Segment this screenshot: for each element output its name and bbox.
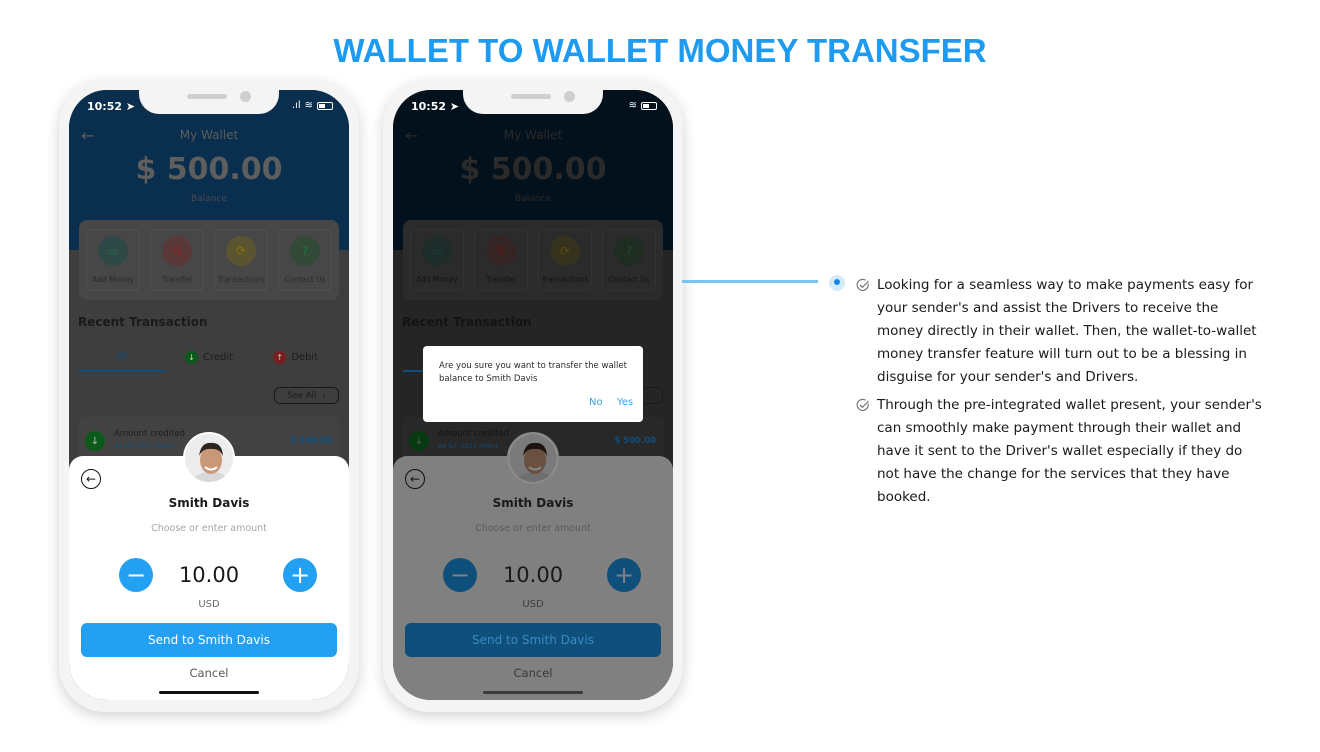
phone-mockup-transfer: 10:52 ➤ .ıl ≋ ← My Wallet $ 500.00 Balan… <box>59 80 359 712</box>
action-contact-us[interactable]: ? Contact Us <box>602 229 656 291</box>
home-indicator <box>483 691 583 694</box>
confirm-dialog: Are you sure you want to transfer the wa… <box>423 346 643 422</box>
notch <box>139 90 279 114</box>
status-time: 10:52 ➤ <box>411 100 460 113</box>
action-add-money[interactable]: ▭ Add Money <box>410 229 464 291</box>
balance-label: Balance <box>515 194 551 204</box>
recipient-name: Smith Davis <box>168 496 250 510</box>
tab-all[interactable]: All <box>79 342 166 372</box>
dialog-yes-button[interactable]: Yes <box>617 397 633 408</box>
arrow-down-icon: ↓ <box>184 350 198 364</box>
currency-label: USD <box>522 599 544 610</box>
arrow-up-icon: ↑ <box>273 350 287 364</box>
amount-hint: Choose or enter amount <box>151 523 267 534</box>
sheet-back-icon[interactable]: ← <box>81 469 101 489</box>
send-button[interactable]: Send to Smith Davis <box>405 623 661 657</box>
transfer-icon: ⇅ <box>486 236 516 266</box>
dialog-message: Are you sure you want to transfer the wa… <box>439 361 627 384</box>
feature-item: Looking for a seamless way to make payme… <box>856 274 1266 389</box>
currency-label: USD <box>198 599 220 610</box>
wallet-balance: $ 500.00 <box>135 152 283 187</box>
signal-icon: .ıl <box>291 100 301 111</box>
action-transactions[interactable]: ⟳ Transactions <box>538 229 592 291</box>
action-add-money[interactable]: ▭ Add Money <box>86 229 140 291</box>
chevron-right-icon: › <box>322 390 326 401</box>
bullet-dot-icon <box>829 275 845 291</box>
increase-amount-button[interactable]: + <box>607 558 641 592</box>
recipient-name: Smith Davis <box>492 496 574 510</box>
wallet-actions: ▭ Add Money ⇅ Transfer ⟳ Transactions ? … <box>79 220 339 300</box>
connector-line <box>682 280 818 283</box>
recent-transaction-heading: Recent Transaction <box>78 315 208 329</box>
folder-icon: ▭ <box>98 236 128 266</box>
check-circle-icon <box>856 277 870 291</box>
transfer-icon: ⇅ <box>162 236 192 266</box>
amount-hint: Choose or enter amount <box>475 523 591 534</box>
phone-screen: 10:52 ➤ ≋ ← My Wallet $ 500.00 Balance ▭… <box>393 90 673 700</box>
action-transfer[interactable]: ⇅ Transfer <box>474 229 528 291</box>
see-all-button[interactable]: See All› <box>274 387 339 404</box>
notch <box>463 90 603 114</box>
check-circle-icon <box>856 397 870 411</box>
recent-transaction-heading: Recent Transaction <box>402 315 532 329</box>
cancel-button[interactable]: Cancel <box>69 666 349 680</box>
cancel-button[interactable]: Cancel <box>393 666 673 680</box>
refresh-icon: ⟳ <box>226 236 256 266</box>
wifi-icon: ≋ <box>628 100 637 111</box>
transaction-tabs: All ↓Credit ↑Debit <box>79 342 339 372</box>
page-title: WALLET TO WALLET MONEY TRANSFER <box>333 32 987 69</box>
arrow-down-icon: ↓ <box>85 431 105 451</box>
help-icon: ? <box>614 236 644 266</box>
send-button[interactable]: Send to Smith Davis <box>81 623 337 657</box>
status-icons: ≋ <box>629 100 657 111</box>
increase-amount-button[interactable]: + <box>283 558 317 592</box>
status-icons: .ıl ≋ <box>292 100 333 111</box>
avatar <box>183 432 235 484</box>
arrow-down-icon: ↓ <box>409 431 429 451</box>
phone-mockup-confirm: 10:52 ➤ ≋ ← My Wallet $ 500.00 Balance ▭… <box>383 80 683 712</box>
feature-list: Looking for a seamless way to make payme… <box>856 274 1266 514</box>
home-indicator <box>159 691 259 694</box>
action-contact-us[interactable]: ? Contact Us <box>278 229 332 291</box>
tab-debit[interactable]: ↑Debit <box>252 342 339 372</box>
chevron-right-icon: › <box>646 390 650 401</box>
wallet-title: My Wallet <box>503 128 563 142</box>
wifi-icon: ≋ <box>304 100 313 111</box>
battery-icon <box>641 101 657 110</box>
help-icon: ? <box>290 236 320 266</box>
wallet-balance: $ 500.00 <box>459 152 607 187</box>
tab-credit[interactable]: ↓Credit <box>166 342 253 372</box>
action-transfer[interactable]: ⇅ Transfer <box>150 229 204 291</box>
balance-label: Balance <box>191 194 227 204</box>
sheet-back-icon[interactable]: ← <box>405 469 425 489</box>
wallet-actions: ▭ Add Money ⇅ Transfer ⟳ Transactions ? … <box>403 220 663 300</box>
wallet-title: My Wallet <box>179 128 239 142</box>
phone-screen: 10:52 ➤ .ıl ≋ ← My Wallet $ 500.00 Balan… <box>69 90 349 700</box>
dialog-no-button[interactable]: No <box>589 397 603 408</box>
action-transactions[interactable]: ⟳ Transactions <box>214 229 268 291</box>
folder-icon: ▭ <box>422 236 452 266</box>
avatar <box>507 432 559 484</box>
feature-item: Through the pre-integrated wallet presen… <box>856 394 1266 509</box>
refresh-icon: ⟳ <box>550 236 580 266</box>
status-time: 10:52 ➤ <box>87 100 136 113</box>
battery-icon <box>317 101 333 110</box>
